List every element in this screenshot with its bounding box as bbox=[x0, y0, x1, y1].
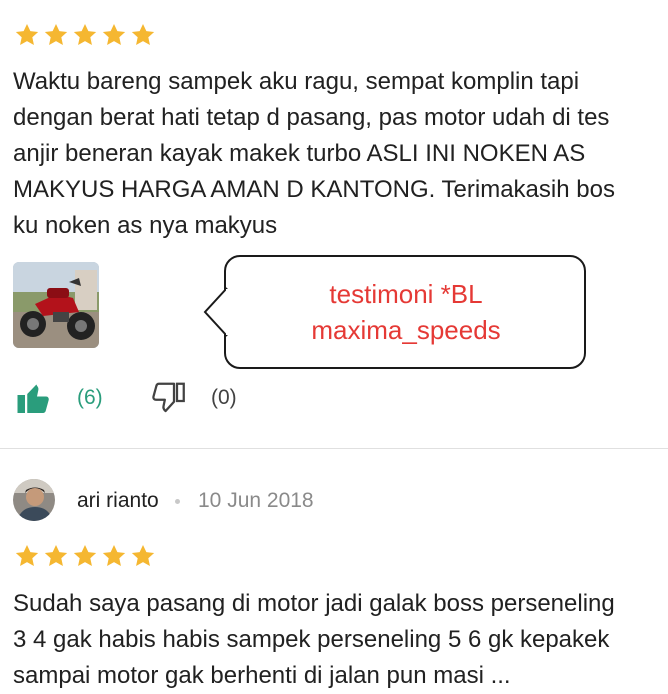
review-line: sampai motor gak berhenti di jalan pun m… bbox=[13, 662, 511, 689]
review-line: ku noken as nya makyus bbox=[13, 212, 278, 239]
review-date: 10 Jun 2018 bbox=[198, 489, 314, 512]
review-text: Waktu bareng sampek aku ragu, sempat kom… bbox=[13, 64, 653, 244]
avatar[interactable] bbox=[13, 479, 55, 521]
testimony-text: testimoni *BL maxima_speeds bbox=[226, 276, 586, 348]
star-icon bbox=[73, 544, 97, 566]
review-line: dengan berat hati tetap d pasang, pas mo… bbox=[13, 104, 610, 131]
testimony-line: testimoni *BL bbox=[329, 279, 483, 309]
star-icon bbox=[44, 544, 68, 566]
star-icon bbox=[131, 544, 155, 566]
star-icon bbox=[102, 23, 126, 45]
review-line: MAKYUS HARGA AMAN D KANTONG. Terimakasih… bbox=[13, 176, 615, 203]
star-icon bbox=[44, 23, 68, 45]
reviewer-avatar-photo bbox=[13, 479, 55, 521]
review-text: Sudah saya pasang di motor jadi galak bo… bbox=[13, 586, 653, 694]
star-icon bbox=[15, 544, 39, 566]
review-line: Sudah saya pasang di motor jadi galak bo… bbox=[13, 590, 615, 617]
review-photo[interactable] bbox=[13, 262, 99, 348]
thumbs-up-icon[interactable] bbox=[16, 380, 52, 416]
testimony-line: maxima_speeds bbox=[311, 315, 501, 345]
star-icon bbox=[131, 23, 155, 45]
review-line: Waktu bareng sampek aku ragu, sempat kom… bbox=[13, 68, 580, 95]
review-line: 3 4 gak habis habis sampek perseneling 5… bbox=[13, 626, 610, 653]
divider bbox=[0, 448, 668, 449]
star-icon bbox=[102, 544, 126, 566]
like-count: (6) bbox=[77, 386, 103, 409]
separator-dot bbox=[175, 499, 180, 504]
rating-stars bbox=[14, 22, 156, 48]
star-icon bbox=[15, 23, 39, 45]
rating-stars bbox=[14, 543, 156, 569]
thumbs-down-icon[interactable] bbox=[150, 380, 186, 416]
reviewer-name[interactable]: ari rianto bbox=[77, 489, 159, 513]
star-icon bbox=[73, 23, 97, 45]
review-line: anjir beneran kayak makek turbo ASLI INI… bbox=[13, 140, 586, 167]
dislike-count: (0) bbox=[211, 386, 237, 409]
vote-row: (6) (0) bbox=[0, 380, 668, 420]
motorcycle-photo bbox=[13, 262, 99, 348]
